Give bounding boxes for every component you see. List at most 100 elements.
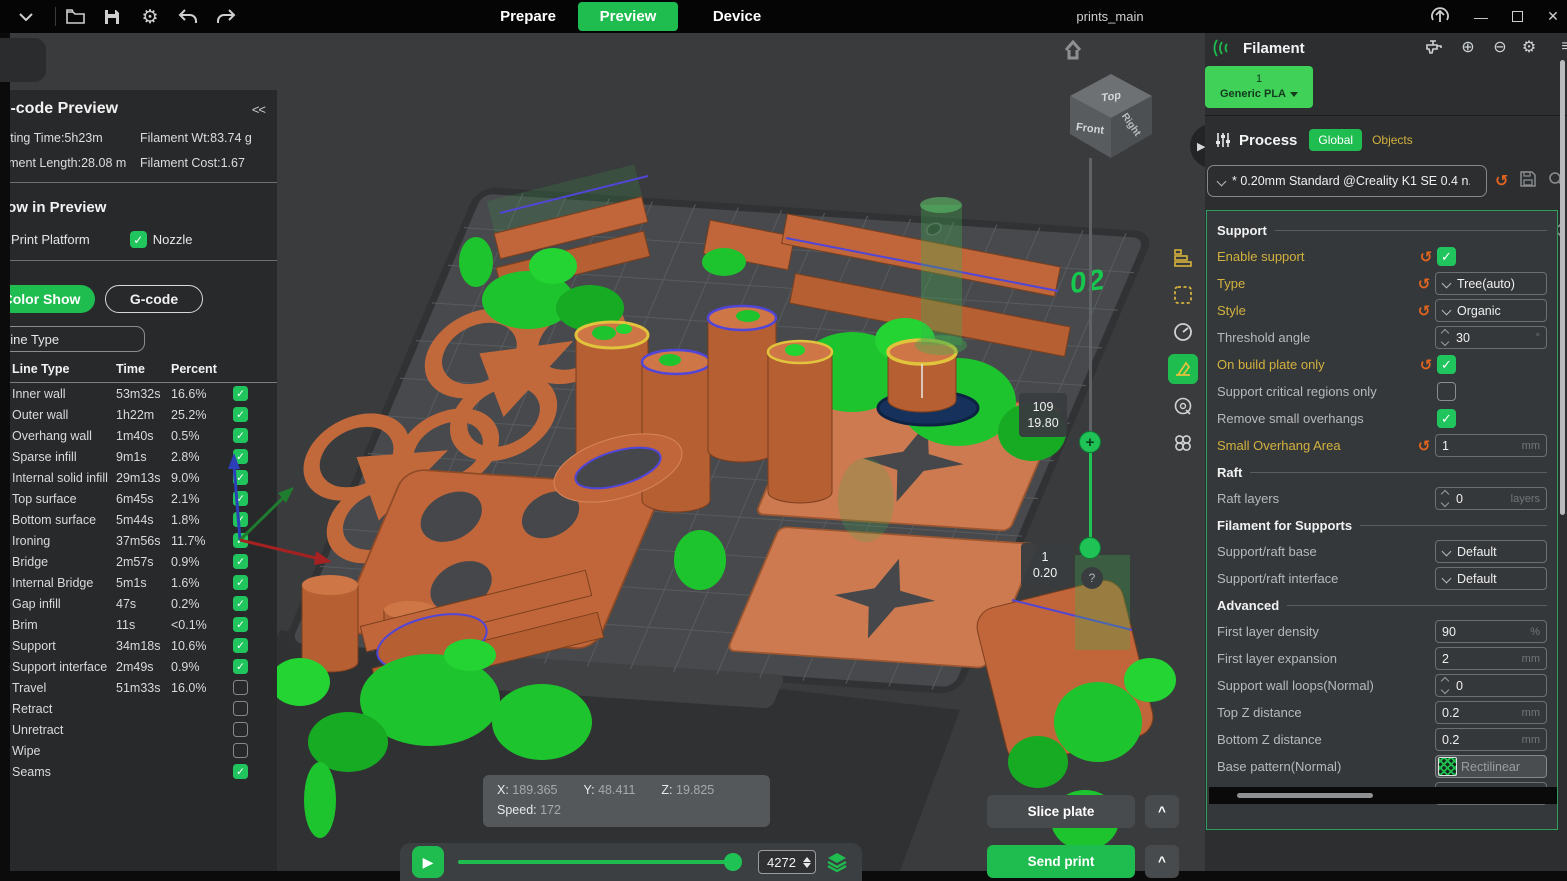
collapsed-side-tab[interactable]	[0, 38, 46, 82]
gcode-button[interactable]: G-code	[105, 285, 203, 313]
first-layer-density-input[interactable]: 90%	[1435, 620, 1547, 643]
slice-options-caret-button[interactable]: ^	[1145, 795, 1179, 828]
row-checkbox[interactable]	[233, 575, 248, 590]
bottom-z-distance-input[interactable]: 0.2mm	[1435, 728, 1547, 751]
filament-slot-button[interactable]: 1 Generic PLA	[1205, 66, 1313, 108]
on-build-plate-checkbox[interactable]	[1437, 355, 1456, 374]
reset-icon[interactable]: ↺	[1415, 248, 1437, 266]
divider	[1205, 115, 1567, 116]
minimize-button[interactable]: —	[1466, 0, 1496, 33]
settings-gear-icon[interactable]: ⚙	[138, 5, 162, 29]
support-wall-loops-spinner[interactable]: 0	[1435, 674, 1547, 697]
maximize-button[interactable]	[1502, 0, 1532, 33]
row-checkbox[interactable]	[233, 386, 248, 401]
more-filament-icon[interactable]: ≡	[1555, 36, 1567, 58]
preset-dropdown[interactable]: * 0.20mm Standard @Creality K1 SE 0.4 n.…	[1207, 165, 1487, 197]
view-support-button[interactable]	[1168, 354, 1198, 384]
setting-support-wall-loops: Support wall loops(Normal) 0	[1207, 672, 1557, 699]
add-filament-icon[interactable]: ⊕	[1457, 36, 1479, 58]
layer-slider-lower-handle[interactable]	[1079, 537, 1101, 559]
raft-interface-dropdown[interactable]: Default	[1435, 567, 1547, 590]
preset-reset-icon[interactable]: ↺	[1495, 171, 1508, 191]
support-settings-group: Support Enable support ↺ Type ↺ Tree(aut…	[1206, 210, 1558, 830]
horizontal-scrollbar[interactable]	[1209, 787, 1557, 804]
reset-icon[interactable]: ↺	[1413, 437, 1435, 455]
tab-prepare[interactable]: Prepare	[488, 0, 568, 33]
play-button[interactable]: ▶	[412, 846, 444, 878]
right-settings-panel: Filament ⊕ ⊖ ⚙ ≡ 1 Generic PLA Process G…	[1205, 33, 1567, 871]
step-up-icon[interactable]	[803, 857, 811, 862]
raft-base-dropdown[interactable]: Default	[1435, 540, 1547, 563]
step-down-icon[interactable]	[803, 863, 811, 868]
tab-global[interactable]: Global	[1309, 129, 1362, 151]
layer-slider-range[interactable]	[1089, 442, 1092, 548]
layers-icon[interactable]	[826, 851, 848, 873]
row-checkbox[interactable]	[233, 596, 248, 611]
row-checkbox[interactable]	[233, 680, 248, 695]
upper-layer-height: 19.80	[1027, 415, 1058, 431]
remove-overhangs-checkbox[interactable]	[1437, 409, 1456, 428]
raft-layers-spinner[interactable]: 0layers	[1435, 487, 1547, 510]
view-line-type-button[interactable]	[1168, 243, 1198, 273]
orientation-gizmo[interactable]: Top Front Right	[1058, 40, 1168, 160]
close-button[interactable]: ✕	[1538, 0, 1567, 33]
base-pattern-dropdown[interactable]: Rectilinear	[1435, 755, 1547, 778]
upload-cloud-icon[interactable]	[1428, 5, 1452, 29]
row-checkbox[interactable]	[233, 428, 248, 443]
enable-support-checkbox[interactable]	[1437, 247, 1456, 266]
reset-icon[interactable]: ↺	[1413, 302, 1435, 320]
collapse-panel-button[interactable]: <<	[252, 102, 265, 117]
row-checkbox[interactable]	[233, 638, 248, 653]
send-options-caret-button[interactable]: ^	[1145, 845, 1179, 878]
row-checkbox[interactable]	[233, 743, 248, 758]
layer-number-value[interactable]: 4272	[767, 855, 796, 870]
progress-slider-thumb[interactable]	[724, 853, 742, 871]
first-layer-expansion-input[interactable]: 2mm	[1435, 647, 1547, 670]
critical-regions-checkbox[interactable]	[1437, 382, 1456, 401]
remove-filament-icon[interactable]: ⊖	[1489, 36, 1511, 58]
tab-preview[interactable]: Preview	[578, 2, 678, 31]
redo-icon[interactable]	[214, 5, 238, 29]
row-checkbox[interactable]	[233, 764, 248, 779]
row-checkbox[interactable]	[233, 617, 248, 632]
color-show-button[interactable]: Color Show	[10, 285, 95, 313]
save-icon[interactable]	[100, 5, 124, 29]
col-line-type: Line Type	[10, 362, 116, 376]
tab-objects[interactable]: Objects	[1372, 133, 1413, 147]
filament-settings-gear-icon[interactable]: ⚙	[1518, 36, 1540, 58]
view-seam-button[interactable]	[1168, 391, 1198, 421]
setting-threshold-angle: Threshold angle 30°	[1207, 324, 1557, 351]
small-overhang-area-input[interactable]: 1mm	[1435, 434, 1547, 457]
preset-save-icon[interactable]	[1520, 171, 1536, 192]
help-icon[interactable]: ?	[1081, 567, 1103, 589]
filament-change-faucet-icon[interactable]	[1423, 36, 1445, 58]
row-checkbox[interactable]	[233, 407, 248, 422]
reset-icon[interactable]: ↺	[1415, 356, 1437, 374]
row-checkbox[interactable]	[233, 659, 248, 674]
send-print-button[interactable]: Send print	[987, 845, 1135, 878]
nozzle-checkbox[interactable]	[130, 231, 147, 248]
view-plate-border-button[interactable]	[1168, 280, 1198, 310]
undo-icon[interactable]	[176, 5, 200, 29]
app-menu-chevron-icon[interactable]	[14, 5, 38, 29]
open-folder-icon[interactable]	[64, 5, 88, 29]
gcode-position-tooltip: X: 189.365 Y: 48.411 Z: 19.825 Speed: 17…	[483, 775, 770, 827]
row-checkbox[interactable]	[233, 701, 248, 716]
view-options-clover-button[interactable]	[1168, 428, 1198, 458]
horizontal-scrollbar-thumb[interactable]	[1237, 793, 1373, 798]
support-type-dropdown[interactable]: Tree(auto)	[1435, 272, 1547, 295]
layer-number-stepper[interactable]: 4272	[758, 850, 816, 874]
layer-slider-upper-handle[interactable]: +	[1079, 431, 1101, 453]
home-view-icon[interactable]	[1066, 42, 1080, 58]
line-type-filter-dropdown[interactable]: Line Type	[10, 326, 145, 352]
tab-device[interactable]: Device	[700, 0, 774, 33]
support-style-dropdown[interactable]: Organic	[1435, 299, 1547, 322]
vertical-scrollbar-thumb[interactable]	[1560, 60, 1565, 515]
progress-slider[interactable]	[458, 860, 740, 864]
row-checkbox[interactable]	[233, 722, 248, 737]
view-speed-gauge-button[interactable]	[1168, 317, 1198, 347]
reset-icon[interactable]: ↺	[1413, 275, 1435, 293]
threshold-angle-spinner[interactable]: 30°	[1435, 326, 1547, 349]
slice-plate-button[interactable]: Slice plate	[987, 795, 1135, 828]
top-z-distance-input[interactable]: 0.2mm	[1435, 701, 1547, 724]
